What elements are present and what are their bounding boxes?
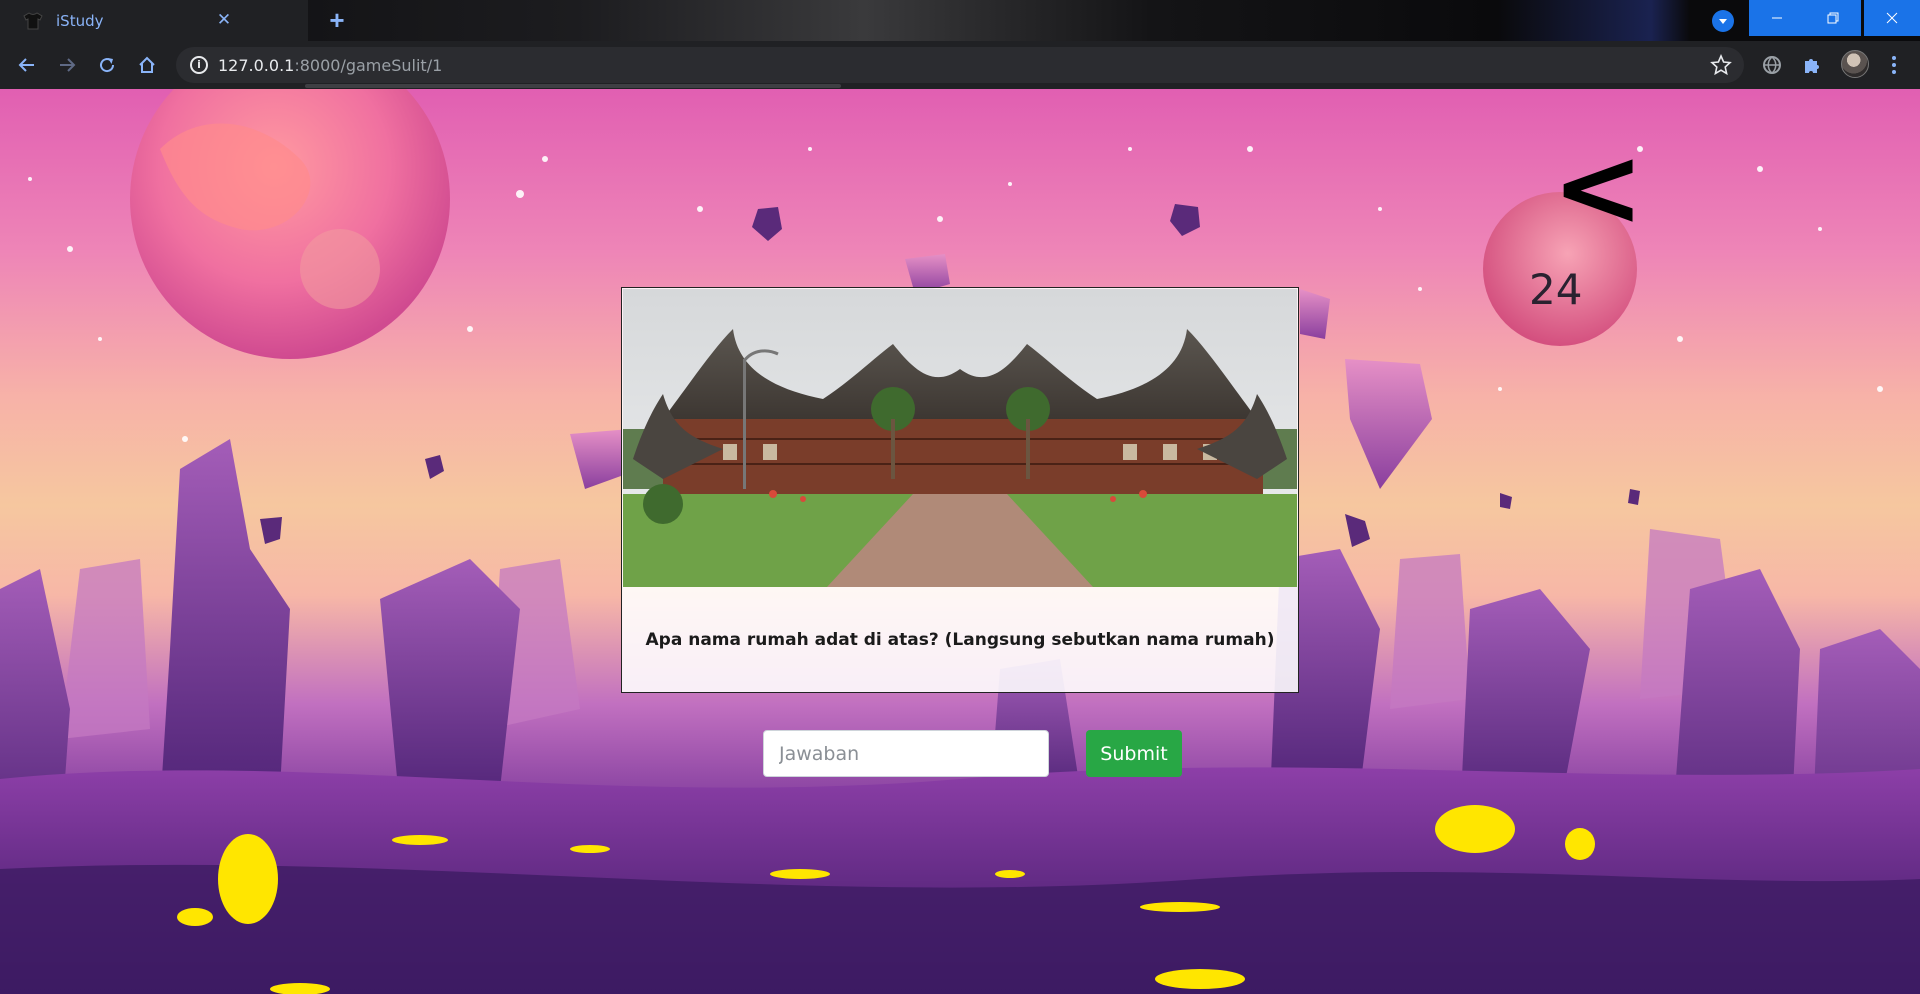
submit-button[interactable]: Submit <box>1086 730 1182 777</box>
info-icon[interactable]: i <box>190 56 208 74</box>
browser-toolbar: i 127.0.0.1:8000/gameSulit/1 <box>0 41 1920 89</box>
reload-icon[interactable] <box>95 53 119 77</box>
download-extension-icon[interactable] <box>1712 10 1734 32</box>
tab-bar: iStudy ✕ + <box>0 0 1920 41</box>
back-button[interactable]: < <box>1552 132 1644 242</box>
menu-kebab-icon[interactable] <box>1882 53 1906 77</box>
rumah-gadang-image <box>623 289 1297 587</box>
minimize-button[interactable] <box>1749 0 1805 36</box>
address-bar[interactable]: i 127.0.0.1:8000/gameSulit/1 <box>176 47 1744 83</box>
tab-title: iStudy <box>56 11 104 30</box>
countdown-timer: 24 <box>1529 265 1583 314</box>
home-icon[interactable] <box>135 53 159 77</box>
url-text: 127.0.0.1:8000/gameSulit/1 <box>218 56 443 75</box>
answer-input[interactable] <box>763 730 1049 777</box>
tab-close-icon[interactable]: ✕ <box>214 10 234 30</box>
question-card: Apa nama rumah adat di atas? (Langsung s… <box>621 287 1299 693</box>
arrow-right-icon[interactable] <box>55 53 79 77</box>
tab-strip-scroll <box>305 84 841 88</box>
close-window-button[interactable] <box>1864 0 1920 36</box>
avatar[interactable] <box>1841 50 1869 78</box>
arrow-left-icon[interactable] <box>15 53 39 77</box>
game-page: < 24 Apa nama rumah adat di atas? (Langs… <box>0 89 1920 994</box>
star-icon[interactable] <box>1710 53 1732 76</box>
question-text: Apa nama rumah adat di atas? (Langsung s… <box>645 630 1275 650</box>
puzzle-icon[interactable] <box>1800 53 1824 77</box>
new-tab-plus-icon[interactable]: + <box>324 7 350 34</box>
globe-icon[interactable] <box>1760 53 1784 77</box>
browser-tab[interactable]: iStudy ✕ <box>0 0 308 41</box>
tshirt-favicon-icon <box>22 11 44 30</box>
restore-button[interactable] <box>1805 0 1861 36</box>
